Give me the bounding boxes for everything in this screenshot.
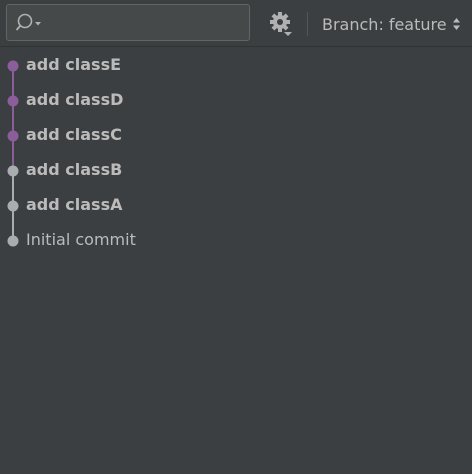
branch-selector[interactable]: Branch: feature	[322, 13, 461, 35]
commit-log: add classE add classD add classC add classB…	[0, 48, 472, 474]
commit-row[interactable]: Initial commit	[0, 223, 472, 258]
toolbar-divider	[307, 12, 308, 36]
commit-row[interactable]: add classD	[0, 83, 472, 118]
commit-message: add classC	[26, 125, 122, 144]
search-icon[interactable]	[15, 12, 45, 34]
commit-row[interactable]: add classC	[0, 118, 472, 153]
commit-row[interactable]: add classB	[0, 153, 472, 188]
toolbar: Branch: feature	[0, 0, 472, 47]
commit-message: Initial commit	[26, 230, 136, 249]
branch-prefix-label: Branch:	[322, 14, 384, 34]
branch-name: feature	[388, 14, 447, 34]
commit-message: add classD	[26, 90, 124, 109]
commit-row[interactable]: add classE	[0, 48, 472, 83]
commit-row[interactable]: add classA	[0, 188, 472, 223]
commit-message: add classB	[26, 160, 123, 179]
search-input[interactable]	[6, 4, 250, 41]
commit-message: add classA	[26, 195, 123, 214]
up-down-arrows-icon	[452, 18, 460, 30]
commit-message: add classE	[26, 55, 122, 74]
gear-icon[interactable]	[268, 11, 294, 37]
